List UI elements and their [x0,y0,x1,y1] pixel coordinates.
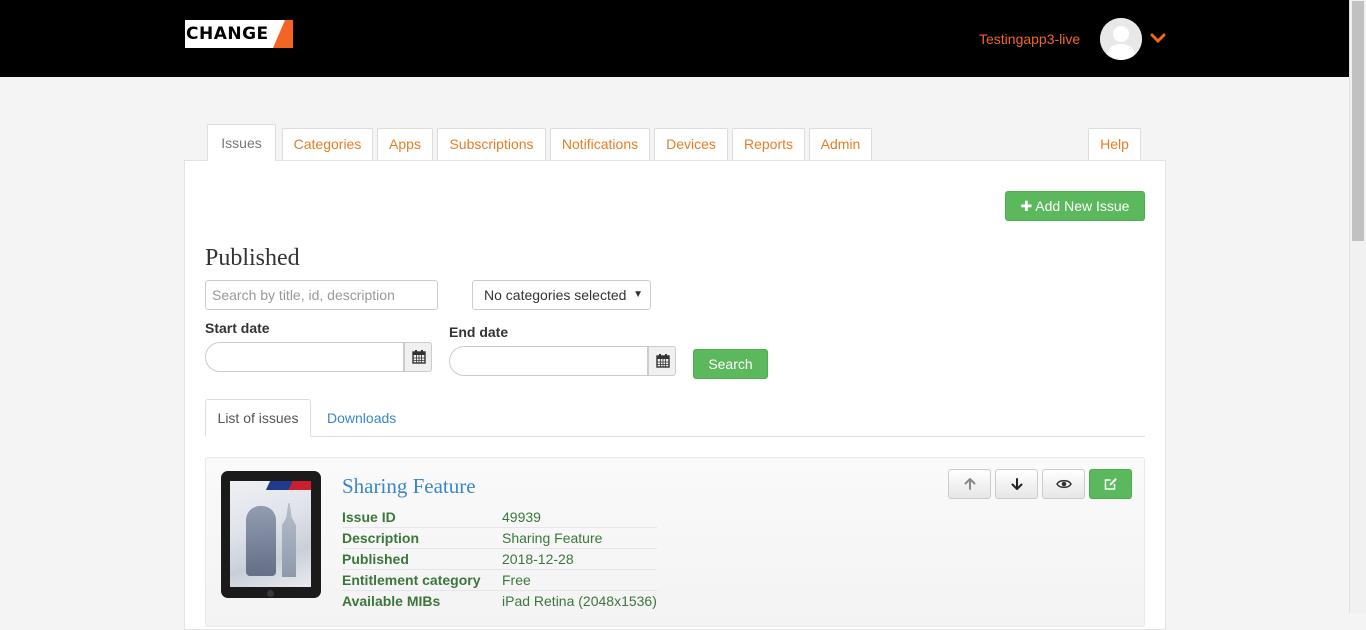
avatar[interactable] [1100,18,1142,60]
subtab-list-of-issues[interactable]: List of issues [205,399,311,437]
tab-help[interactable]: Help [1088,128,1141,161]
end-date-input[interactable] [449,346,648,376]
issue-field-row: Description Sharing Feature [342,528,657,549]
issue-field-row: Available MIBs iPad Retina (2048x1536) [342,591,657,612]
end-date-label: End date [449,324,509,340]
field-label: Description [342,530,420,546]
scrollbar-thumb[interactable] [1352,1,1364,241]
edit-button[interactable] [1089,469,1132,499]
move-down-button[interactable] [995,469,1038,499]
end-date-calendar-button[interactable] [648,346,676,376]
tab-devices[interactable]: Devices [654,128,728,161]
search-button[interactable]: Search [693,349,768,379]
issue-field-row: Entitlement category Free [342,570,657,591]
issue-field-row: Published 2018-12-28 [342,549,657,570]
field-label: Issue ID [342,509,396,525]
tab-issues[interactable]: Issues [207,124,276,161]
tab-apps[interactable]: Apps [377,128,433,161]
edit-icon [1104,478,1117,490]
caret-down-icon: ▼ [633,289,643,300]
arrow-up-icon [964,478,975,490]
field-value: Free [502,572,531,588]
cover-stripe [265,481,311,490]
page-title: Published [205,245,300,271]
field-label: Available MIBs [342,593,441,609]
field-label: Entitlement category [342,572,481,588]
tablet-home-button [267,590,274,597]
chevron-down-icon[interactable] [1150,30,1166,46]
logo-text: CHANGE [186,24,269,44]
cover-figure [246,506,276,576]
tab-admin[interactable]: Admin [809,128,872,161]
field-value: Sharing Feature [502,530,603,546]
category-select-value: No categories selected [484,287,627,303]
add-new-issue-label: Add New Issue [1035,198,1130,214]
start-date-label: Start date [205,320,270,336]
field-value: 49939 [502,509,541,525]
tab-categories[interactable]: Categories [282,128,373,161]
tab-reports[interactable]: Reports [732,128,805,161]
tab-notifications[interactable]: Notifications [550,128,650,161]
field-value: iPad Retina (2048x1536) [502,593,657,609]
account-name[interactable]: Testingapp3-live [979,30,1080,48]
start-date-input[interactable] [205,342,404,372]
calendar-icon [412,350,426,364]
cover-screen [230,481,311,587]
move-up-button[interactable] [948,469,991,499]
change-logo[interactable]: CHANGE [185,20,293,48]
page-scrollbar[interactable] [1349,0,1366,613]
issue-cover-thumbnail[interactable] [221,471,321,598]
add-new-issue-button[interactable]: ✚ Add New Issue [1005,191,1145,221]
plus-icon: ✚ [1020,198,1033,214]
issue-field-row: Issue ID 49939 [342,507,657,528]
search-input[interactable] [205,280,438,310]
subtab-downloads[interactable]: Downloads [327,410,396,426]
logo-flag-icon [273,20,293,48]
tab-subscriptions[interactable]: Subscriptions [437,128,546,161]
category-select[interactable]: No categories selected ▼ [472,280,651,310]
top-bar: CHANGE Testingapp3-live [0,0,1349,77]
start-date-calendar-button[interactable] [404,342,432,372]
field-label: Published [342,551,409,567]
issue-title[interactable]: Sharing Feature [342,473,476,499]
field-value: 2018-12-28 [502,551,574,567]
arrow-down-icon [1011,478,1022,490]
subtab-divider [205,436,1145,437]
cover-building [282,503,296,577]
calendar-icon [656,354,670,368]
preview-button[interactable] [1042,469,1085,499]
user-avatar-icon [1100,18,1142,60]
eye-icon [1055,479,1072,489]
